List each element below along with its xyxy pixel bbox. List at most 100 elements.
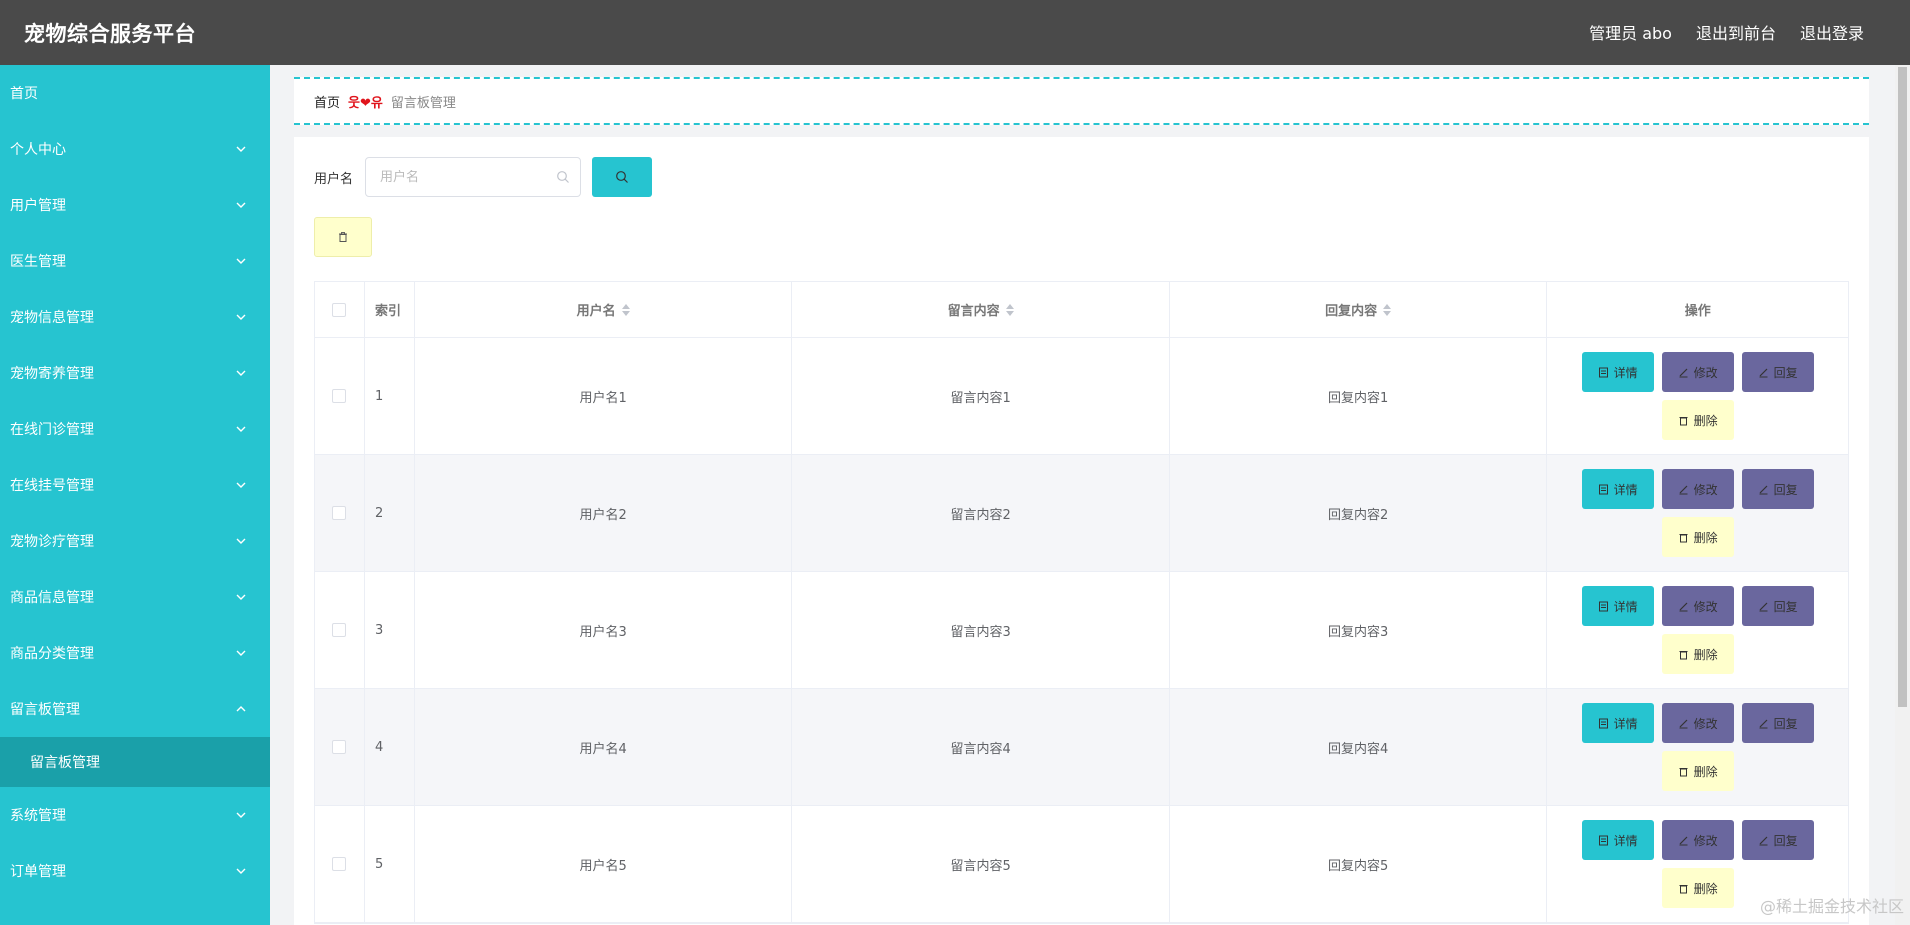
detail-button[interactable]: 详情	[1581, 703, 1654, 743]
reply-button-label: 回复	[1773, 482, 1798, 497]
delete-button[interactable]: 删除	[1661, 634, 1734, 674]
detail-button[interactable]: 详情	[1581, 586, 1654, 626]
trash-icon	[1679, 650, 1688, 659]
row-ops-line: 详情 修改 回复	[1581, 586, 1814, 626]
sidebar-item-online-registration[interactable]: 在线挂号管理	[0, 457, 270, 513]
sidebar-item-pet-info[interactable]: 宠物信息管理	[0, 289, 270, 345]
page-scrollbar[interactable]	[1895, 65, 1910, 925]
document-icon	[1598, 367, 1608, 377]
delete-button[interactable]: 删除	[1661, 868, 1734, 908]
document-icon	[1598, 484, 1608, 494]
row-checkbox[interactable]	[332, 623, 347, 637]
top-header: 宠物综合服务平台 管理员 abo 退出到前台 退出登录	[0, 0, 1910, 65]
exit-to-front-link[interactable]: 退出到前台	[1696, 20, 1776, 44]
sidebar-item-label: 在线挂号管理	[10, 478, 94, 494]
row-reply: 回复内容2	[1170, 455, 1548, 571]
row-index: 4	[365, 689, 415, 805]
row-ops-line: 详情 修改 回复	[1581, 820, 1814, 860]
row-index: 1	[365, 338, 415, 454]
submenu-item-message-board[interactable]: 留言板管理	[0, 737, 270, 787]
batch-delete-button[interactable]	[314, 217, 372, 257]
edit-icon	[1679, 485, 1688, 494]
edit-button[interactable]: 修改	[1661, 586, 1734, 626]
delete-button[interactable]: 删除	[1661, 517, 1734, 557]
sidebar-item-label: 个人中心	[10, 142, 66, 158]
reply-button[interactable]: 回复	[1741, 703, 1814, 743]
detail-button[interactable]: 详情	[1581, 469, 1654, 509]
row-index: 3	[365, 572, 415, 688]
row-checkbox[interactable]	[332, 857, 347, 871]
delete-button[interactable]: 删除	[1661, 400, 1734, 440]
sidebar-item-pet-treatment[interactable]: 宠物诊疗管理	[0, 513, 270, 569]
edit-button[interactable]: 修改	[1661, 703, 1734, 743]
sidebar-item-product-info[interactable]: 商品信息管理	[0, 569, 270, 625]
chevron-down-icon	[234, 646, 248, 660]
table-row: 5 用户名5 留言内容5 回复内容5 详情 修改 回复 删除	[315, 806, 1848, 923]
reply-button-label: 回复	[1773, 365, 1798, 380]
chevron-down-icon	[234, 142, 248, 156]
row-user: 用户名4	[415, 689, 793, 805]
row-ops: 详情 修改 回复 删除	[1547, 455, 1848, 571]
edit-button[interactable]: 修改	[1661, 469, 1734, 509]
sidebar-item-order-management[interactable]: 订单管理	[0, 843, 270, 899]
admin-user-link[interactable]: 管理员 abo	[1589, 20, 1672, 44]
sort-icon[interactable]	[621, 303, 630, 316]
chevron-down-icon	[234, 534, 248, 548]
main-content: 首页 웃❤유 留言板管理 用户名 索引 用户名 留言内容 回复内容	[270, 65, 1895, 925]
sort-icon[interactable]	[1383, 303, 1392, 316]
row-checkbox[interactable]	[332, 506, 347, 520]
sidebar-item-user-management[interactable]: 用户管理	[0, 177, 270, 233]
delete-button-label: 删除	[1693, 647, 1718, 662]
row-message: 留言内容1	[792, 338, 1170, 454]
row-checkbox[interactable]	[332, 740, 347, 754]
sort-icon[interactable]	[1005, 303, 1014, 316]
row-reply: 回复内容3	[1170, 572, 1548, 688]
delete-button-label: 删除	[1693, 881, 1718, 896]
sidebar-item-pet-boarding[interactable]: 宠物寄养管理	[0, 345, 270, 401]
scrollbar-thumb[interactable]	[1898, 67, 1907, 707]
header-ops: 操作	[1684, 304, 1711, 319]
reply-button[interactable]: 回复	[1741, 586, 1814, 626]
sidebar-item-home[interactable]: 首页	[0, 65, 270, 121]
search-icon	[557, 171, 569, 183]
row-reply: 回复内容5	[1170, 806, 1548, 922]
detail-button[interactable]: 详情	[1581, 820, 1654, 860]
reply-button[interactable]: 回复	[1741, 469, 1814, 509]
header-reply[interactable]: 回复内容	[1170, 282, 1548, 337]
row-user: 用户名5	[415, 806, 793, 922]
reply-button[interactable]: 回复	[1741, 820, 1814, 860]
delete-button-label: 删除	[1693, 413, 1718, 428]
header-message-label: 留言内容	[947, 304, 1000, 319]
edit-icon	[1759, 368, 1768, 377]
row-user: 用户名2	[415, 455, 793, 571]
sidebar-item-online-clinic[interactable]: 在线门诊管理	[0, 401, 270, 457]
search-input[interactable]	[380, 169, 551, 185]
delete-button[interactable]: 删除	[1661, 751, 1734, 791]
edit-button[interactable]: 修改	[1661, 352, 1734, 392]
message-table: 索引 用户名 留言内容 回复内容 操作 1 用户名1 留言内容1 回复内容1 详…	[314, 281, 1849, 924]
reply-button[interactable]: 回复	[1741, 352, 1814, 392]
sidebar-item-product-category[interactable]: 商品分类管理	[0, 625, 270, 681]
select-all-checkbox[interactable]	[332, 302, 347, 317]
breadcrumb-home[interactable]: 首页	[314, 92, 340, 111]
search-button[interactable]	[592, 157, 653, 197]
table-header-row: 索引 用户名 留言内容 回复内容 操作	[315, 282, 1848, 338]
header-reply-label: 回复内容	[1325, 304, 1378, 319]
search-label: 用户名	[314, 171, 354, 187]
trash-icon	[1679, 767, 1688, 776]
sidebar-item-doctor-management[interactable]: 医生管理	[0, 233, 270, 289]
header-user[interactable]: 用户名	[415, 282, 793, 337]
sidebar-item-label: 首页	[10, 86, 38, 102]
sidebar-item-personal-center[interactable]: 个人中心	[0, 121, 270, 177]
sidebar-item-message-board[interactable]: 留言板管理	[0, 681, 270, 737]
row-checkbox[interactable]	[332, 389, 347, 403]
logout-link[interactable]: 退出登录	[1800, 20, 1864, 44]
sidebar-item-system-management[interactable]: 系统管理	[0, 787, 270, 843]
detail-button-label: 详情	[1613, 599, 1638, 614]
chevron-down-icon	[234, 254, 248, 268]
row-check-cell	[315, 455, 365, 571]
edit-button[interactable]: 修改	[1661, 820, 1734, 860]
detail-button[interactable]: 详情	[1581, 352, 1654, 392]
sidebar-item-label: 在线门诊管理	[10, 422, 94, 438]
header-message[interactable]: 留言内容	[792, 282, 1170, 337]
